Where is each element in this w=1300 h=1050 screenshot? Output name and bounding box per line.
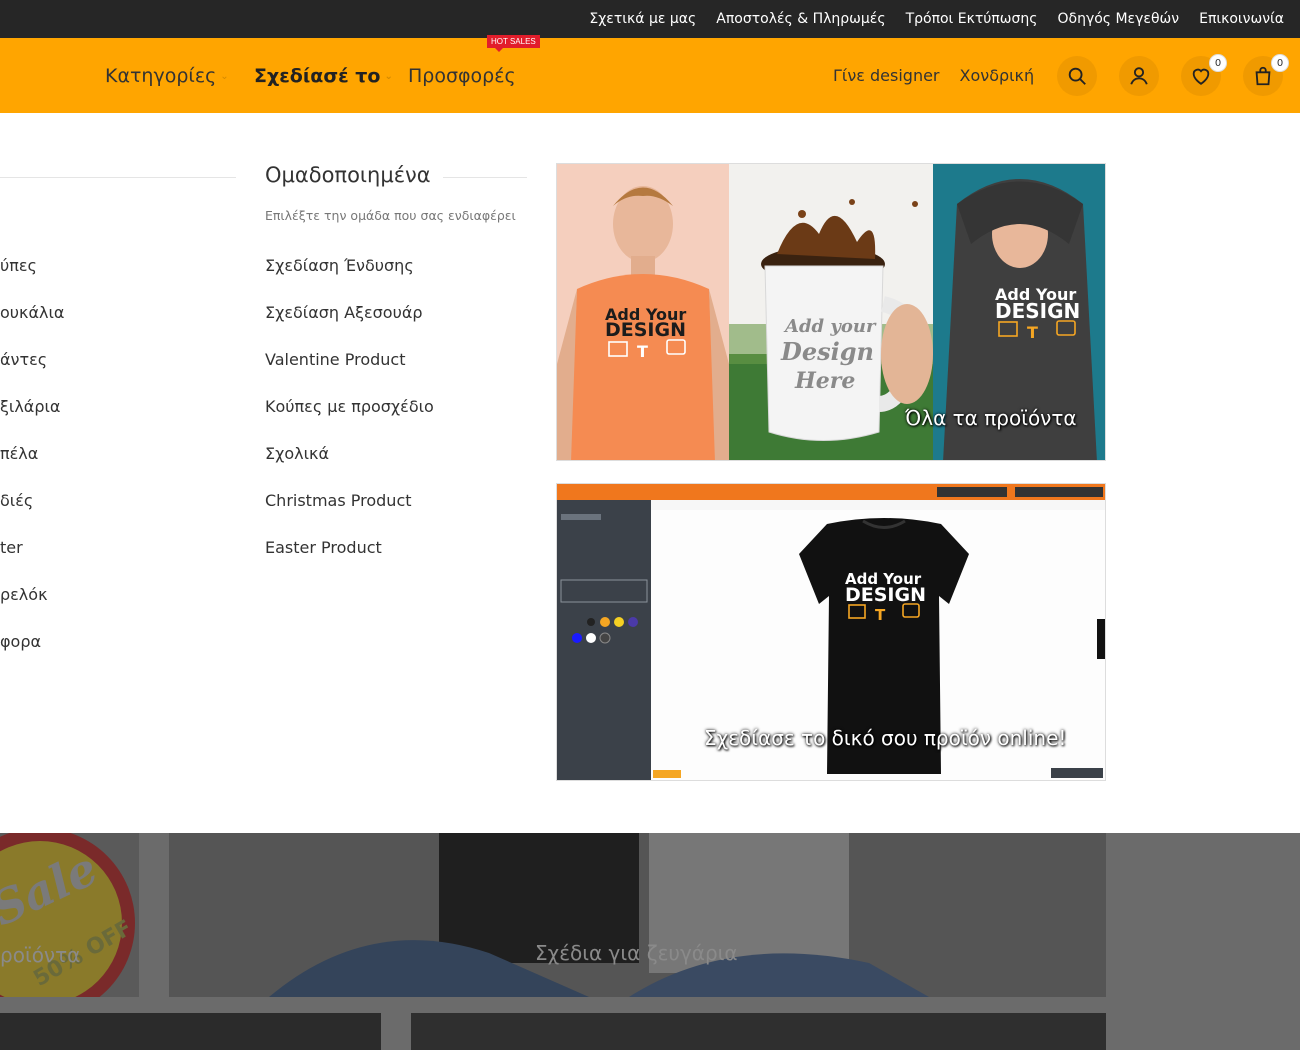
menu-left-item[interactable]: φορα bbox=[0, 632, 41, 651]
divider bbox=[443, 177, 527, 178]
sale-tile[interactable]: Sale 50% OFF ροϊόντα bbox=[0, 833, 139, 997]
top-link-shipping[interactable]: Αποστολές & Πληρωμές bbox=[716, 11, 885, 27]
svg-text:T: T bbox=[1027, 323, 1038, 342]
grouped-title: Ομαδοποιημένα bbox=[265, 163, 431, 187]
user-icon bbox=[1130, 67, 1148, 85]
wishlist-button[interactable]: 0 bbox=[1181, 54, 1227, 96]
menu-left-item[interactable]: άντες bbox=[0, 350, 47, 369]
hoodie-text-2: DESIGN bbox=[995, 299, 1080, 323]
header-links: Γίνε designer Χονδρική bbox=[833, 38, 1034, 113]
main-header: Κατηγορίες ⌄ Σχεδίασέ το ⌄ HOT SALES Προ… bbox=[0, 34, 1300, 113]
cart-count-badge: 0 bbox=[1271, 54, 1289, 72]
mug-text-3: Here bbox=[794, 368, 855, 394]
nav-categories-label: Κατηγορίες bbox=[105, 64, 217, 87]
nav-offers[interactable]: HOT SALES Προσφορές bbox=[408, 34, 540, 87]
nav-design[interactable]: Σχεδίασέ το ⌄ bbox=[254, 65, 393, 87]
account-button[interactable] bbox=[1119, 56, 1159, 96]
top-link-size-guide[interactable]: Οδηγός Μεγεθών bbox=[1058, 11, 1180, 27]
svg-text:T: T bbox=[637, 342, 648, 361]
main-nav-design: Σχεδίασέ το ⌄ bbox=[254, 38, 393, 113]
svg-text:T: T bbox=[875, 606, 886, 624]
nav-categories[interactable]: Κατηγορίες ⌄ bbox=[105, 65, 229, 87]
main-nav-offers: HOT SALES Προσφορές bbox=[408, 34, 540, 113]
menu-grouped-item[interactable]: Christmas Product bbox=[265, 491, 412, 510]
nav-offers-label: Προσφορές bbox=[408, 64, 516, 87]
menu-grouped-item[interactable]: Σχεδίαση Αξεσουάρ bbox=[265, 303, 423, 322]
wishlist-count-badge: 0 bbox=[1209, 54, 1227, 72]
wholesale-link[interactable]: Χονδρική bbox=[960, 66, 1035, 85]
mega-menu-panel: ύπες ουκάλια άντες ξιλάρια πέλα διές ter… bbox=[0, 113, 1300, 833]
main-nav: Κατηγορίες ⌄ bbox=[105, 38, 229, 113]
grouped-subtitle: Επιλέξτε την ομάδα που σας ενδιαφέρει bbox=[265, 208, 516, 223]
heart-icon bbox=[1192, 68, 1210, 85]
lower-tile-right[interactable] bbox=[411, 1013, 1106, 1050]
menu-left-item[interactable]: πέλα bbox=[0, 444, 38, 463]
couples-image bbox=[169, 833, 1106, 997]
top-link-print-methods[interactable]: Τρόποι Εκτύπωσης bbox=[906, 11, 1038, 27]
sale-tile-caption: ροϊόντα bbox=[0, 943, 81, 967]
nav-design-label: Σχεδίασέ το bbox=[254, 64, 381, 87]
menu-left-item[interactable]: ουκάλια bbox=[0, 303, 64, 322]
tshirt-text-2: DESIGN bbox=[605, 319, 686, 341]
all-products-banner[interactable]: Add Your DESIGN T Add your Design Here A… bbox=[556, 163, 1106, 461]
menu-grouped-item[interactable]: Κούπες με προσχέδιο bbox=[265, 397, 434, 416]
sale-sticker-image: Sale 50% OFF bbox=[0, 833, 136, 997]
menu-grouped-item[interactable]: Easter Product bbox=[265, 538, 382, 557]
menu-left-item[interactable]: ter bbox=[0, 538, 23, 557]
mug-text-2: Design bbox=[780, 337, 874, 366]
menu-grouped-item[interactable]: Σχολικά bbox=[265, 444, 329, 463]
menu-left-item[interactable]: διές bbox=[0, 491, 33, 510]
menu-left-item[interactable]: ύπες bbox=[0, 256, 37, 275]
chevron-down-icon: ⌄ bbox=[384, 71, 393, 82]
chevron-down-icon: ⌄ bbox=[220, 71, 229, 82]
search-icon bbox=[1068, 67, 1086, 85]
hot-sales-badge: HOT SALES bbox=[487, 34, 540, 52]
cart-button[interactable]: 0 bbox=[1243, 54, 1289, 96]
design-online-caption: Σχεδίασε το δικό σου προϊόν online! bbox=[704, 726, 1067, 750]
top-links: Σχετικά με μας Αποστολές & Πληρωμές Τρόπ… bbox=[589, 0, 1284, 38]
menu-grouped-item[interactable]: Σχεδίαση Ένδυσης bbox=[265, 256, 414, 275]
couples-caption: Σχέδια για ζευγάρια bbox=[535, 941, 738, 965]
online-tshirt-text-2: DESIGN bbox=[845, 584, 926, 606]
menu-left-item[interactable]: ξιλάρια bbox=[0, 397, 60, 416]
mug-text-1: Add your bbox=[783, 316, 877, 337]
divider bbox=[0, 177, 236, 178]
top-link-contact[interactable]: Επικοινωνία bbox=[1199, 11, 1284, 27]
top-bar: Σχετικά με μας Αποστολές & Πληρωμές Τρόπ… bbox=[0, 0, 1300, 38]
search-button[interactable] bbox=[1057, 56, 1097, 96]
menu-left-item[interactable]: ρελόκ bbox=[0, 585, 48, 604]
all-products-caption: Όλα τα προϊόντα bbox=[905, 406, 1077, 430]
top-link-about[interactable]: Σχετικά με μας bbox=[589, 11, 696, 27]
page-background-content: Sale 50% OFF ροϊόντα Σχέδια για ζευγάρια bbox=[0, 833, 1300, 1050]
lower-tile-left[interactable] bbox=[0, 1013, 381, 1050]
design-online-banner[interactable]: Add Your DESIGN T Σχεδίασε το δικό σου π… bbox=[556, 483, 1106, 781]
couples-tile[interactable]: Σχέδια για ζευγάρια bbox=[169, 833, 1106, 997]
become-designer-link[interactable]: Γίνε designer bbox=[833, 66, 940, 85]
menu-grouped-item[interactable]: Valentine Product bbox=[265, 350, 405, 369]
shopping-bag-icon bbox=[1255, 66, 1271, 86]
